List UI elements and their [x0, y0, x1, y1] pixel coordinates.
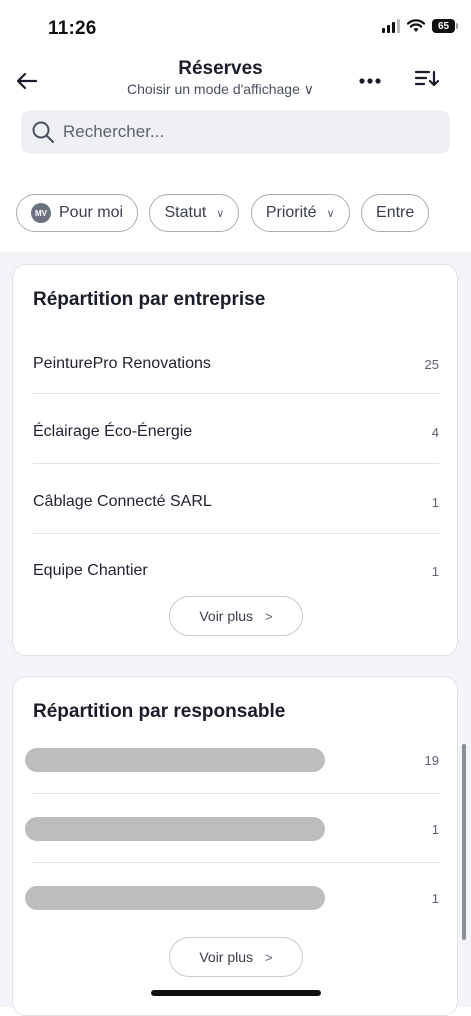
divider: [33, 393, 439, 394]
home-indicator: [151, 990, 321, 996]
filter-company-label: Entre: [376, 204, 415, 221]
see-more-button[interactable]: Voir plus >: [169, 596, 303, 636]
title-wrap: Réserves Choisir un mode d'affichage ∨: [0, 58, 471, 98]
row-count: 1: [431, 494, 439, 510]
row-label: Éclairage Éco-Énergie: [33, 423, 193, 440]
status-bar: 11:26 65: [0, 0, 471, 56]
manager-breakdown-card: Répartition par responsable 19 1 1 Voir …: [12, 676, 458, 1016]
chevron-right-icon: >: [265, 608, 273, 624]
list-item[interactable]: Câblage Connecté SARL 1: [33, 475, 439, 529]
scrollbar[interactable]: [462, 744, 466, 940]
signal-icon: [382, 19, 400, 33]
divider: [33, 533, 439, 534]
chevron-down-icon: ∨: [326, 207, 335, 220]
row-label: Equipe Chantier: [33, 562, 148, 579]
battery-level: 65: [437, 20, 450, 32]
row-count: 25: [424, 356, 439, 372]
redacted-name: [25, 748, 325, 772]
list-item[interactable]: Éclairage Éco-Énergie 4: [33, 405, 439, 459]
view-mode-selector[interactable]: Choisir un mode d'affichage ∨: [0, 80, 471, 98]
row-count: 1: [431, 890, 439, 906]
search-input[interactable]: Rechercher...: [21, 110, 450, 154]
divider: [33, 463, 439, 464]
list-item[interactable]: Equipe Chantier 1: [33, 544, 439, 598]
filter-company[interactable]: Entre: [361, 194, 430, 232]
page-title: Réserves: [178, 58, 263, 79]
row-count: 4: [431, 424, 439, 440]
avatar: MV: [31, 203, 51, 223]
filter-priority-label: Priorité: [265, 204, 317, 221]
search-icon: [32, 121, 54, 143]
wifi-icon: [407, 19, 425, 32]
card-title: Répartition par responsable: [33, 701, 286, 722]
list-item[interactable]: 1: [25, 871, 439, 925]
status-icons: 65: [382, 19, 458, 33]
row-count: 19: [424, 752, 439, 768]
row-count: 1: [431, 563, 439, 579]
redacted-name: [25, 817, 325, 841]
sort-button[interactable]: [414, 68, 446, 98]
content-area[interactable]: Répartition par entreprise PeinturePro R…: [0, 252, 471, 1016]
redacted-name: [25, 886, 325, 910]
see-more-label: Voir plus: [199, 608, 254, 624]
divider: [33, 793, 439, 794]
list-item[interactable]: 19: [25, 733, 439, 787]
list-item[interactable]: 1: [25, 802, 439, 856]
see-more-label: Voir plus: [199, 949, 254, 965]
row-count: 1: [431, 821, 439, 837]
sort-icon: [414, 70, 440, 87]
divider: [33, 862, 439, 863]
filter-priority[interactable]: Priorité ∨: [250, 194, 350, 232]
filter-chips: MV Pour moi Statut ∨ Priorité ∨ Entre: [16, 194, 471, 234]
filter-mine-label: Pour moi: [59, 204, 124, 221]
list-item[interactable]: PeinturePro Renovations 25: [33, 337, 439, 391]
battery-icon: 65: [432, 19, 458, 33]
filter-status[interactable]: Statut ∨: [149, 194, 240, 232]
filter-status-label: Statut: [164, 204, 207, 221]
row-label: PeinturePro Renovations: [33, 355, 211, 372]
chevron-right-icon: >: [265, 949, 273, 965]
filter-mine[interactable]: MV Pour moi: [16, 194, 139, 232]
chevron-down-icon: ∨: [216, 207, 225, 220]
see-more-button[interactable]: Voir plus >: [169, 937, 303, 977]
status-time: 11:26: [48, 18, 97, 39]
search-placeholder: Rechercher...: [63, 122, 165, 141]
more-horizontal-icon: [359, 78, 381, 84]
card-title: Répartition par entreprise: [33, 289, 266, 310]
more-button[interactable]: [350, 66, 390, 96]
company-breakdown-card: Répartition par entreprise PeinturePro R…: [12, 264, 458, 656]
header: Réserves Choisir un mode d'affichage ∨: [0, 56, 471, 108]
row-label: Câblage Connecté SARL: [33, 493, 212, 510]
